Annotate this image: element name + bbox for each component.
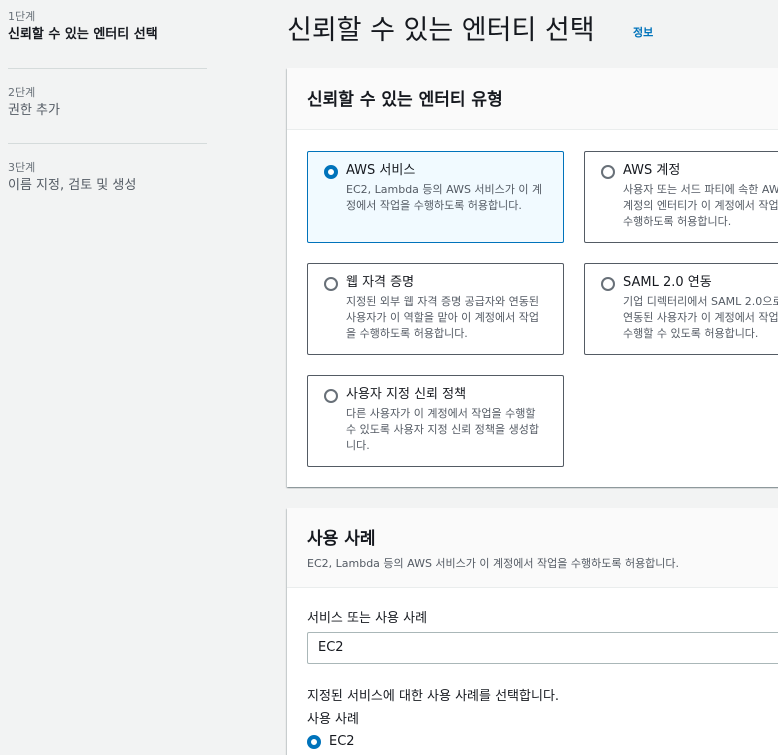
radio-icon[interactable] [324, 389, 338, 403]
trusted-entity-panel: 신뢰할 수 있는 엔터티 유형 AWS 서비스 EC2, Lambda 등의 A… [287, 68, 778, 487]
step-3-label: 이름 지정, 검토 및 생성 [8, 178, 137, 193]
step-2[interactable]: 2단계 권한 추가 [8, 69, 207, 144]
step-1: 1단계 신뢰할 수 있는 엔터티 선택 [8, 0, 207, 69]
tile-title: AWS 서비스 [346, 163, 416, 178]
use-case-header: 사용 사례 EC2, Lambda 등의 AWS 서비스가 이 계정에서 작업을… [287, 508, 778, 588]
tile-title: 사용자 지정 신뢰 정책 [346, 387, 467, 402]
tile-description: 사용자 또는 서드 파티에 속한 AWS 계정의 엔터티가 이 계정에서 작업을… [623, 183, 778, 228]
tile-title: SAML 2.0 연동 [623, 275, 712, 290]
use-case-option-ec2[interactable]: EC2 [307, 734, 355, 749]
tile-title: 웹 자격 증명 [346, 275, 415, 290]
use-case-option-label: EC2 [329, 734, 355, 749]
use-case-title: 사용 사례 [307, 529, 376, 549]
service-field-label: 서비스 또는 사용 사례 [307, 611, 428, 626]
step-2-label: 권한 추가 [8, 103, 60, 118]
tile-saml-federation[interactable]: SAML 2.0 연동 기업 디렉터리에서 SAML 2.0으로 연동된 사용자… [584, 263, 778, 355]
tile-description: 다른 사용자가 이 계정에서 작업을 수행할 수 있도록 사용자 지정 신뢰 정… [346, 407, 540, 452]
step-2-number: 2단계 [8, 86, 36, 99]
service-select[interactable]: EC2 [307, 632, 778, 664]
step-3[interactable]: 3단계 이름 지정, 검토 및 생성 [8, 144, 207, 208]
tile-description: 기업 디렉터리에서 SAML 2.0으로 연동된 사용자가 이 계정에서 작업을… [623, 295, 778, 340]
select-hint: 지정된 서비스에 대한 사용 사례를 선택합니다. [307, 689, 560, 704]
use-case-description: EC2, Lambda 등의 AWS 서비스가 이 계정에서 작업을 수행하도록… [307, 557, 680, 570]
radio-icon[interactable] [324, 165, 338, 179]
radio-icon[interactable] [601, 277, 615, 291]
tile-title: AWS 계정 [623, 163, 681, 178]
info-link[interactable]: 정보 [633, 24, 653, 40]
wizard-steps: 1단계 신뢰할 수 있는 엔터티 선택 2단계 권한 추가 3단계 이름 지정,… [8, 0, 207, 208]
tile-description: 지정된 외부 웹 자격 증명 공급자와 연동된 사용자가 이 역할을 맡아 이 … [346, 295, 540, 340]
tile-web-identity[interactable]: 웹 자격 증명 지정된 외부 웹 자격 증명 공급자와 연동된 사용자가 이 역… [307, 263, 564, 355]
step-1-label: 신뢰할 수 있는 엔터티 선택 [8, 27, 158, 42]
tile-custom-trust-policy[interactable]: 사용자 지정 신뢰 정책 다른 사용자가 이 계정에서 작업을 수행할 수 있도… [307, 375, 564, 467]
radio-icon[interactable] [601, 165, 615, 179]
tile-description: EC2, Lambda 등의 AWS 서비스가 이 계정에서 작업을 수행하도록… [346, 183, 543, 212]
trusted-entity-title: 신뢰할 수 있는 엔터티 유형 [307, 90, 503, 110]
step-1-number: 1단계 [8, 10, 36, 23]
use-case-panel: 사용 사례 EC2, Lambda 등의 AWS 서비스가 이 계정에서 작업을… [287, 508, 778, 755]
radio-icon[interactable] [324, 277, 338, 291]
tile-aws-account[interactable]: AWS 계정 사용자 또는 서드 파티에 속한 AWS 계정의 엔터티가 이 계… [584, 151, 778, 243]
use-case-label: 사용 사례 [307, 712, 359, 727]
radio-selected-icon[interactable] [307, 734, 321, 749]
trusted-entity-header: 신뢰할 수 있는 엔터티 유형 [287, 68, 778, 130]
page-title: 신뢰할 수 있는 엔터티 선택 [287, 15, 595, 46]
tile-aws-service[interactable]: AWS 서비스 EC2, Lambda 등의 AWS 서비스가 이 계정에서 작… [307, 151, 564, 243]
step-3-number: 3단계 [8, 161, 36, 174]
